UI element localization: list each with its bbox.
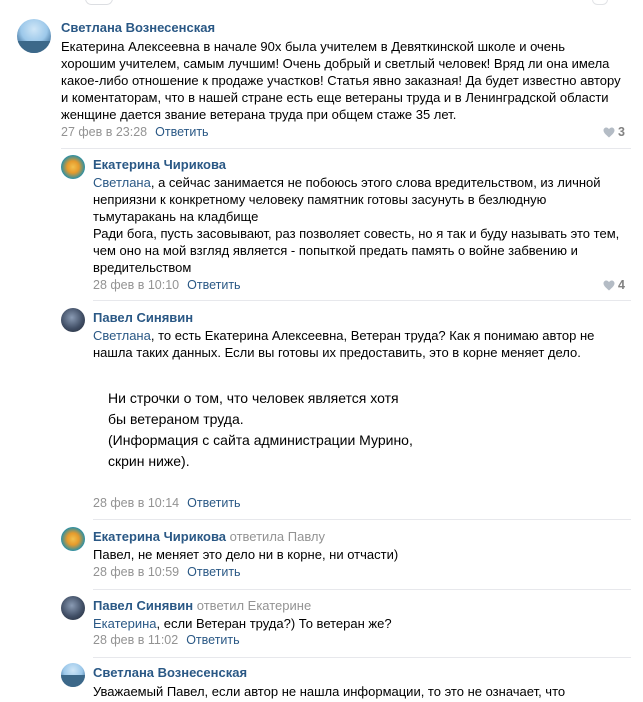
- comment-date[interactable]: 27 фев в 23:28: [61, 125, 147, 139]
- avatar[interactable]: [61, 308, 85, 332]
- comment-text: Уважаемый Павел, если автор не нашла инф…: [93, 684, 566, 699]
- like-button[interactable]: 3: [603, 125, 625, 139]
- reply-button[interactable]: Ответить: [186, 633, 239, 647]
- like-count: 4: [618, 278, 625, 292]
- comment-author[interactable]: Екатерина Чирикова: [93, 157, 226, 172]
- avatar[interactable]: [17, 19, 51, 53]
- divider: [93, 300, 631, 301]
- divider: [93, 519, 631, 520]
- like-count: 3: [618, 125, 625, 139]
- comment-author[interactable]: Светлана Вознесенская: [93, 665, 247, 680]
- comment-text: Екатерина, если Ветеран труда?) То ветер…: [93, 616, 392, 631]
- comment-date[interactable]: 28 фев в 11:02: [93, 633, 178, 647]
- avatar[interactable]: [61, 527, 85, 551]
- comment-text: Светлана, а сейчас занимается не побоюсь…: [93, 175, 620, 275]
- comment-text: Светлана, то есть Екатерина Алексеевна, …: [93, 328, 595, 360]
- divider: [93, 589, 631, 590]
- comment-author[interactable]: Екатерина Чирикова ответила Павлу: [93, 529, 325, 544]
- comment-text: Екатерина Алексеевна в начале 90х была у…: [61, 39, 621, 122]
- comment-author[interactable]: Павел Синявин ответил Екатерине: [93, 598, 311, 613]
- comment-author[interactable]: Павел Синявин: [93, 310, 193, 325]
- comment-meta: 28 фев в 10:14 Ответить: [93, 496, 241, 510]
- quoted-text: Ни строчки о том, что человек является х…: [108, 390, 413, 469]
- comment-meta: 27 фев в 23:28 Ответить: [61, 125, 209, 139]
- mention-link[interactable]: Светлана: [93, 175, 151, 190]
- avatar[interactable]: [61, 596, 85, 620]
- previous-comment-edge: [0, 0, 643, 8]
- divider: [61, 148, 631, 149]
- reply-button[interactable]: Ответить: [187, 565, 240, 579]
- comment-date[interactable]: 28 фев в 10:14: [93, 496, 179, 510]
- reply-to-label: ответил Екатерине: [196, 598, 312, 613]
- like-button[interactable]: 4: [603, 278, 625, 292]
- heart-icon: [603, 127, 615, 138]
- comment-author[interactable]: Светлана Вознесенская: [61, 20, 215, 35]
- previous-comment-fragment: [85, 0, 113, 5]
- divider: [93, 657, 631, 658]
- heart-icon: [603, 280, 615, 291]
- reply-button[interactable]: Ответить: [187, 496, 240, 510]
- reply-to-label: ответила Павлу: [229, 529, 326, 544]
- mention-link[interactable]: Екатерина: [93, 616, 157, 631]
- comment-date[interactable]: 28 фев в 10:10: [93, 278, 179, 292]
- avatar[interactable]: [61, 663, 85, 687]
- previous-comment-fragment: [592, 0, 608, 5]
- avatar[interactable]: [61, 155, 85, 179]
- comment-meta: 28 фев в 10:59 Ответить: [93, 565, 241, 579]
- comment-meta: 28 фев в 10:10 Ответить: [93, 278, 241, 292]
- comment-text: Павел, не меняет это дело ни в корне, ни…: [93, 547, 399, 562]
- reply-button[interactable]: Ответить: [155, 125, 208, 139]
- reply-button[interactable]: Ответить: [187, 278, 240, 292]
- mention-link[interactable]: Светлана: [93, 328, 151, 343]
- comment-meta: 28 фев в 11:02 Ответить: [93, 633, 240, 647]
- comment-date[interactable]: 28 фев в 10:59: [93, 565, 179, 579]
